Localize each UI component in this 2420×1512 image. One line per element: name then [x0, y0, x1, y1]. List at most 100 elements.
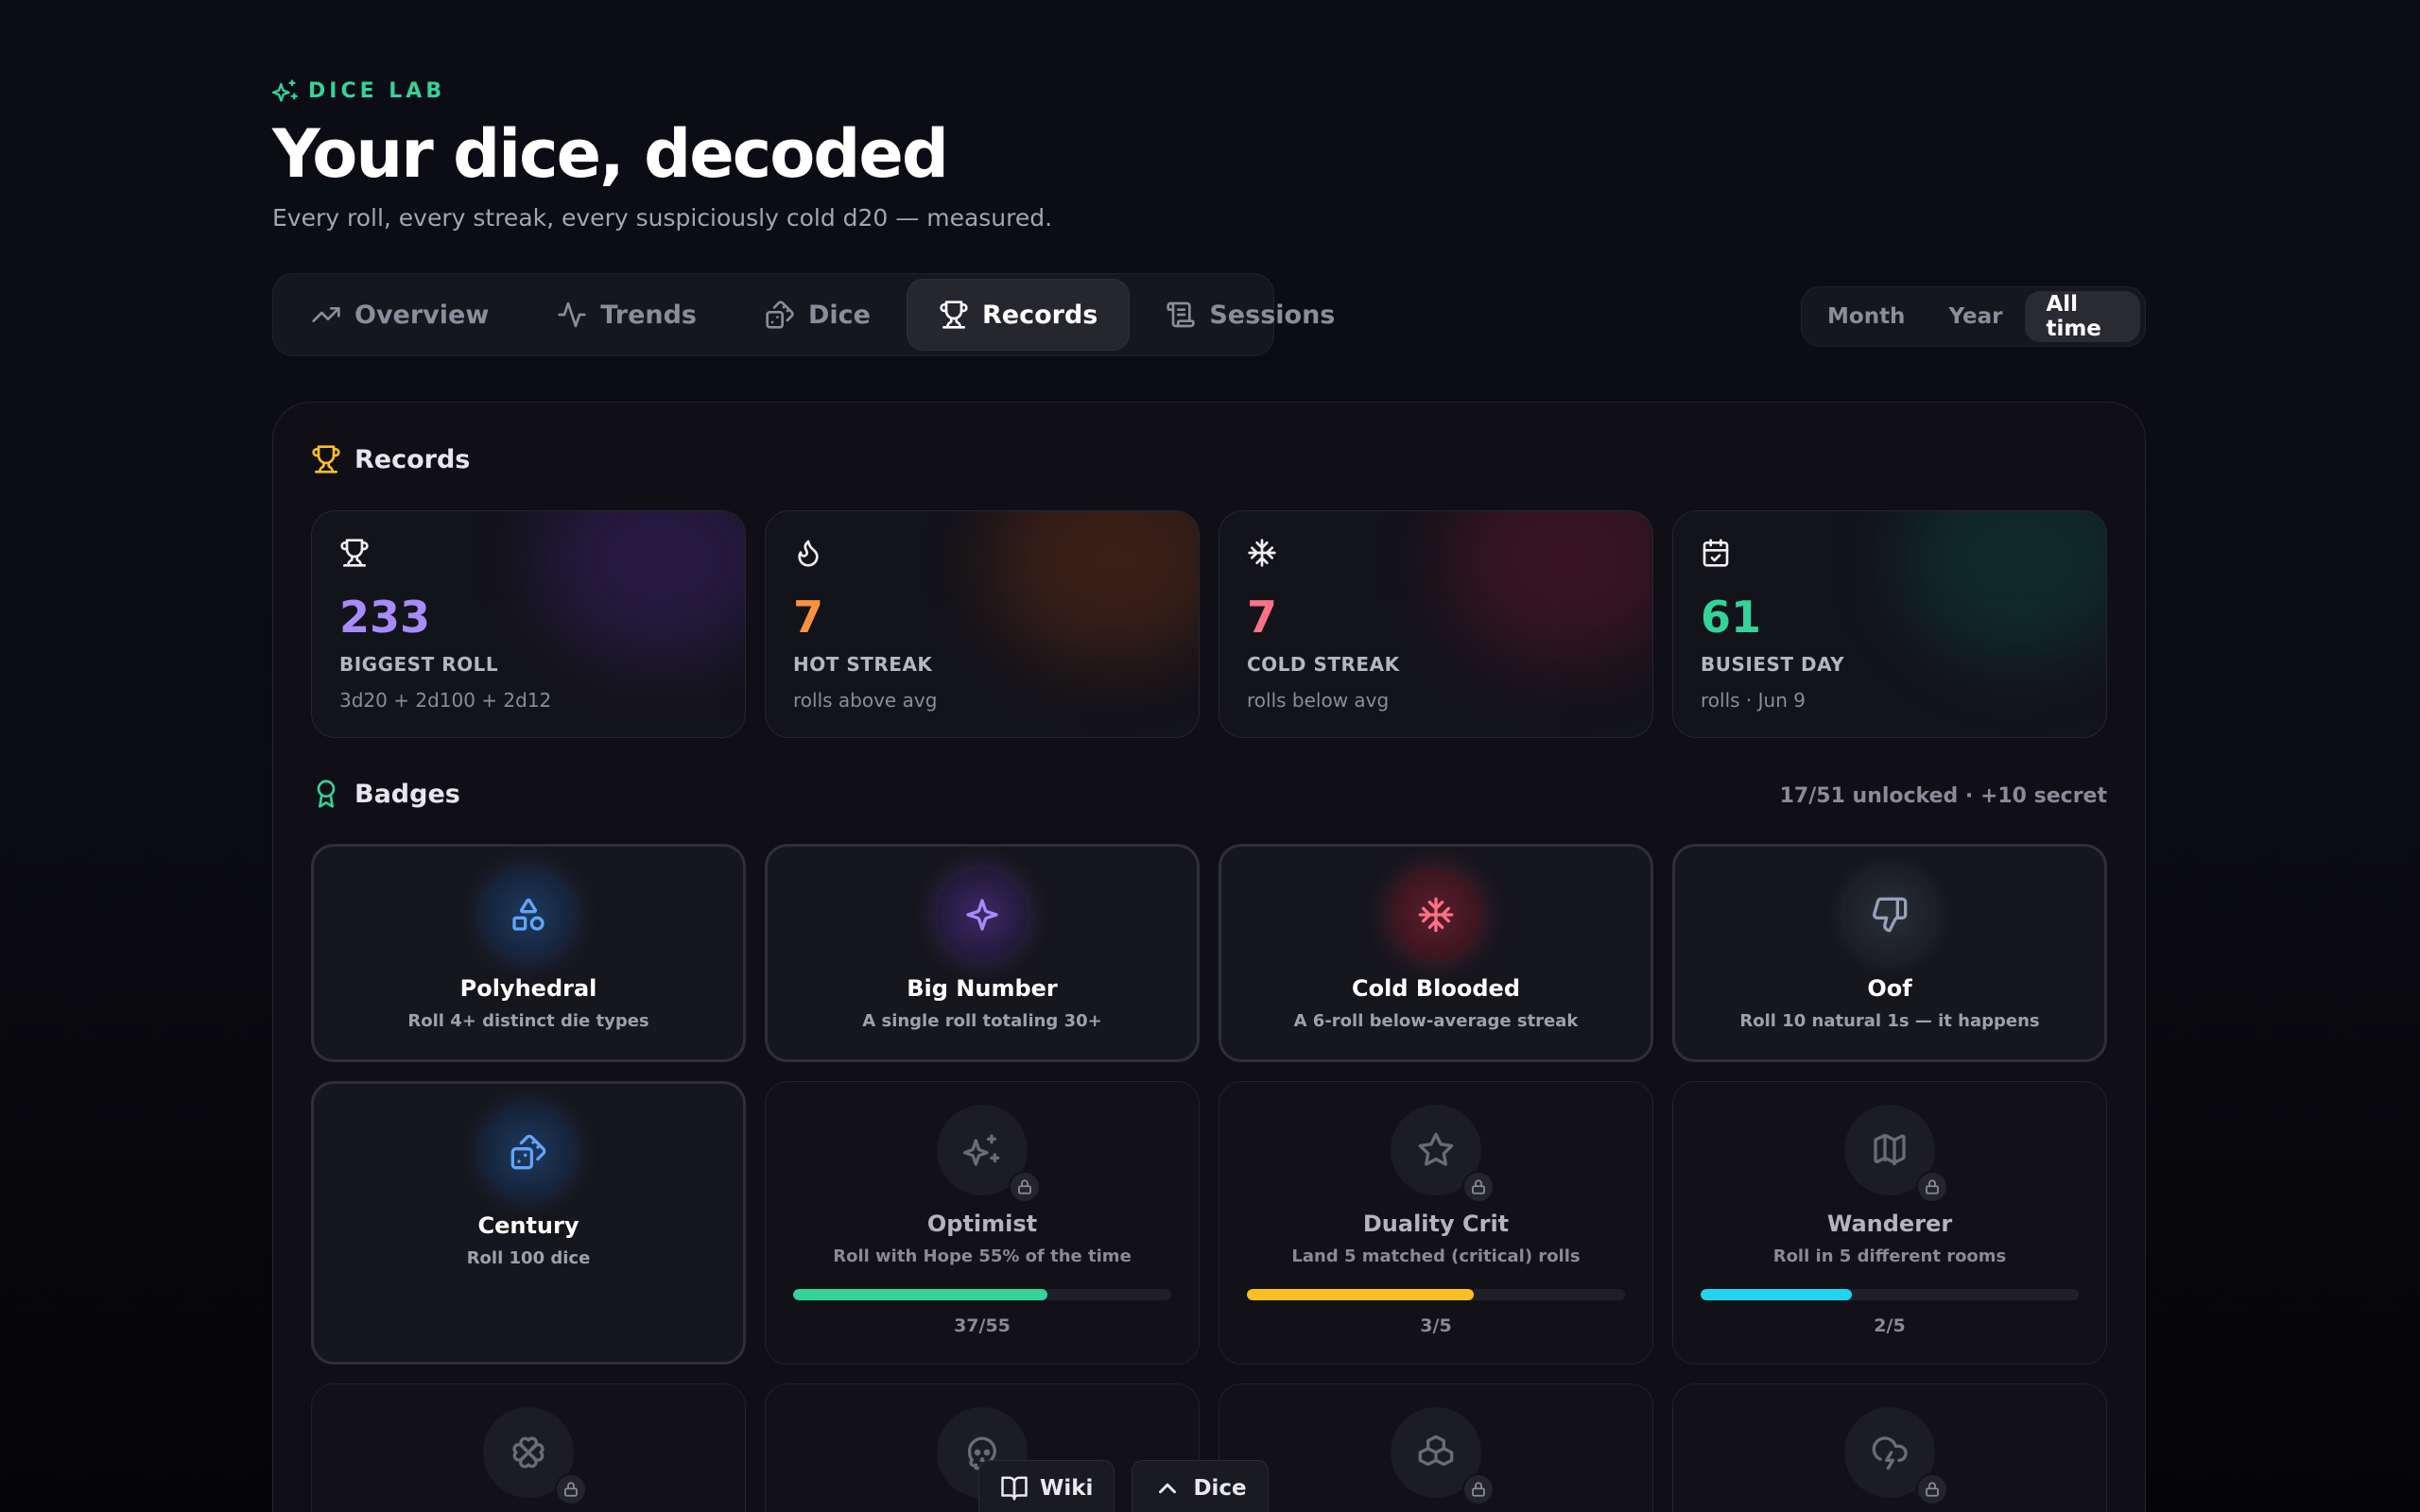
- page-title: Your dice, decoded: [272, 115, 949, 193]
- trophy-icon: [312, 445, 340, 473]
- snowflake-icon: [1248, 539, 1276, 567]
- tab-records[interactable]: Records: [906, 279, 1131, 351]
- record-value: 61: [1701, 592, 1762, 643]
- badge-desc: A 6-roll below-average streak: [1293, 1011, 1579, 1031]
- badge-boxes[interactable]: [1219, 1383, 1653, 1512]
- wiki-button[interactable]: Wiki: [978, 1460, 1115, 1512]
- lock-badge: [555, 1473, 587, 1505]
- badges-heading: Badges: [311, 779, 460, 809]
- record-sub: rolls below avg: [1247, 689, 1390, 712]
- tab-bar: Overview Trends Dice Records Sessions: [272, 273, 1335, 356]
- records-panel: Records 233 BIGGEST ROLL 3d20 + 2d100 + …: [272, 402, 2146, 1512]
- badge-desc: Roll with Hope 55% of the time: [833, 1246, 1132, 1266]
- record-value: 7: [1247, 592, 1278, 643]
- record-sub: rolls above avg: [793, 689, 938, 712]
- tab-label: Records: [981, 300, 1098, 330]
- period-month[interactable]: Month: [1806, 291, 1926, 342]
- chevron-up-icon: [1159, 1483, 1177, 1493]
- period-all-time[interactable]: All time: [2025, 291, 2140, 342]
- activity-icon: [558, 301, 586, 328]
- calendar-check-icon: [1703, 539, 1729, 567]
- lock-badge: [1916, 1171, 1948, 1203]
- badge-desc: Roll 100 dice: [466, 1248, 591, 1268]
- tab-label: Sessions: [1209, 300, 1336, 330]
- tab-trends[interactable]: Trends: [525, 279, 729, 351]
- badge-desc: Land 5 matched (critical) rolls: [1291, 1246, 1581, 1266]
- badge-progress-text: 3/5: [1420, 1315, 1452, 1336]
- badge-name: Polyhedral: [459, 975, 597, 1002]
- record-card-biggest-roll: 233 BIGGEST ROLL 3d20 + 2d100 + 2d12: [311, 510, 746, 738]
- tab-label: Overview: [354, 300, 490, 330]
- badge-big-number[interactable]: Big Number A single roll totaling 30+: [765, 844, 1200, 1062]
- sparkles-icon: [272, 79, 298, 102]
- badge-name: Oof: [1867, 975, 1912, 1002]
- badge-cold-blooded[interactable]: Cold Blooded A 6-roll below-average stre…: [1219, 844, 1653, 1062]
- thumbs-down-icon: [1873, 897, 1908, 933]
- tab-dice[interactable]: Dice: [733, 279, 903, 351]
- period-selector: Month Year All time: [1801, 286, 2146, 347]
- lock-icon: [1926, 1179, 1939, 1194]
- record-value: 7: [793, 592, 824, 643]
- tab-sessions[interactable]: Sessions: [1133, 279, 1367, 351]
- boxes-icon: [1418, 1435, 1454, 1467]
- period-year[interactable]: Year: [1927, 291, 2023, 342]
- page-subtitle: Every roll, every streak, every suspicio…: [272, 204, 1053, 232]
- record-label: COLD STREAK: [1247, 653, 1400, 676]
- lock-icon: [564, 1482, 578, 1497]
- badge-century[interactable]: Century Roll 100 dice: [311, 1081, 746, 1365]
- dice-icon: [766, 301, 794, 329]
- badge-wanderer[interactable]: Wanderer Roll in 5 different rooms 2/5: [1672, 1081, 2107, 1365]
- award-icon: [317, 780, 336, 808]
- badge-desc: A single roll totaling 30+: [862, 1011, 1102, 1031]
- tab-overview[interactable]: Overview: [279, 279, 521, 351]
- record-sub: 3d20 + 2d100 + 2d12: [339, 689, 552, 712]
- dice-icon: [510, 1134, 546, 1170]
- bottom-dock: Wiki Dice: [978, 1460, 1269, 1512]
- lock-icon: [1472, 1482, 1485, 1497]
- badge-progress-bar: [1247, 1289, 1625, 1300]
- star-icon: [1418, 1132, 1454, 1166]
- brand: DICE LAB: [272, 77, 445, 104]
- badge-name: Optimist: [926, 1211, 1038, 1237]
- shapes-icon: [512, 898, 544, 931]
- flame-icon: [798, 540, 819, 567]
- tab-label: Trends: [600, 300, 697, 330]
- badge-name: Cold Blooded: [1352, 975, 1520, 1002]
- cloud-lightning-icon: [1872, 1436, 1908, 1470]
- record-card-busiest-day: 61 BUSIEST DAY rolls · Jun 9: [1672, 510, 2107, 738]
- clover-icon: [512, 1436, 544, 1469]
- sparkle-icon: [966, 899, 998, 931]
- record-label: HOT STREAK: [793, 653, 933, 676]
- badge-desc: Roll 10 natural 1s — it happens: [1739, 1011, 2040, 1031]
- record-card-hot-streak: 7 HOT STREAK rolls above avg: [765, 510, 1200, 738]
- badge-clover[interactable]: [311, 1383, 746, 1512]
- map-icon: [1874, 1133, 1906, 1166]
- badge-progress-text: 37/55: [954, 1315, 1011, 1336]
- trophy-icon: [940, 301, 968, 329]
- badge-oof[interactable]: Oof Roll 10 natural 1s — it happens: [1672, 844, 2107, 1062]
- trending-up-icon: [312, 307, 340, 322]
- badge-cloud-lightning[interactable]: [1672, 1383, 2107, 1512]
- badges-title: Badges: [354, 779, 460, 809]
- scroll-icon: [1167, 301, 1196, 328]
- badges-summary: 17/51 unlocked · +10 secret: [1779, 784, 2107, 808]
- snowflake-icon: [1418, 897, 1454, 933]
- tab-label: Dice: [808, 300, 871, 330]
- record-label: BIGGEST ROLL: [339, 653, 499, 676]
- trophy-icon: [340, 539, 369, 567]
- record-sub: rolls · Jun 9: [1701, 689, 1806, 712]
- record-card-cold-streak: 7 COLD STREAK rolls below avg: [1219, 510, 1653, 738]
- badge-desc: Roll in 5 different rooms: [1772, 1246, 2007, 1266]
- dice-tray-button[interactable]: Dice: [1132, 1460, 1269, 1512]
- badge-progress-text: 2/5: [1874, 1315, 1906, 1336]
- badge-name: Wanderer: [1826, 1211, 1953, 1237]
- record-label: BUSIEST DAY: [1701, 653, 1845, 676]
- lock-icon: [1472, 1179, 1485, 1194]
- record-value: 233: [339, 592, 431, 643]
- badge-polyhedral[interactable]: Polyhedral Roll 4+ distinct die types: [311, 844, 746, 1062]
- lock-badge: [1916, 1473, 1948, 1505]
- lock-badge: [1462, 1473, 1495, 1505]
- badges-grid: Polyhedral Roll 4+ distinct die types Bi…: [311, 844, 2107, 1512]
- badge-duality-crit[interactable]: Duality Crit Land 5 matched (critical) r…: [1219, 1081, 1653, 1365]
- badge-optimist[interactable]: Optimist Roll with Hope 55% of the time …: [765, 1081, 1200, 1365]
